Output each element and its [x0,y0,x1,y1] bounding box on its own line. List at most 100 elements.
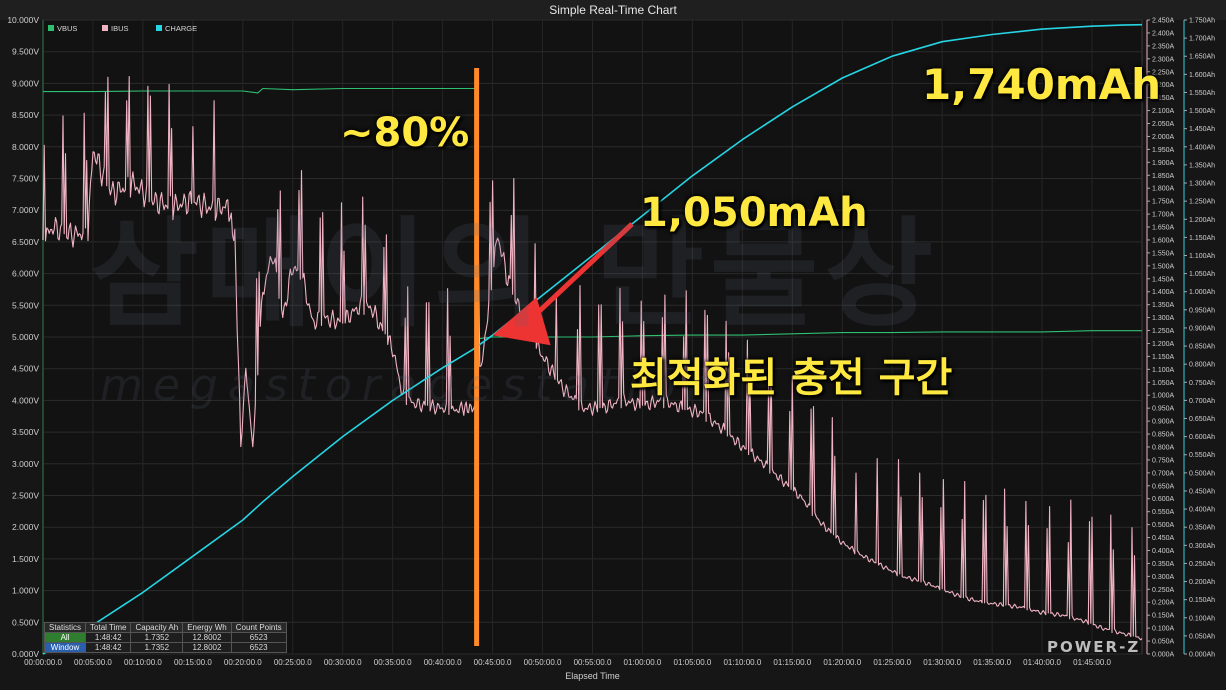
y-left-tick-label: 7.500V [12,174,39,184]
x-tick-label: 01:20:00.0 [823,658,861,667]
y-mid-tick-label: 1.350A [1152,302,1175,309]
y-mid-tick-label: 1.150A [1152,354,1175,361]
y-mid-tick-label: 0.750A [1152,457,1175,464]
y-mid-tick-label: 1.450A [1152,276,1175,283]
y-mid-tick-label: 1.700A [1152,212,1175,219]
x-tick-label: 01:15:00.0 [773,658,811,667]
y-mid-tick-label: 1.900A [1152,160,1175,167]
y-mid-tick-label: 1.400A [1152,289,1175,296]
y-right-tick-label: 1.150Ah [1189,235,1215,242]
stats-cell: 12.8002 [182,642,232,653]
y-right-tick-label: 1.100Ah [1189,253,1215,260]
stats-row-label: All [43,632,87,643]
legend-label-vbus: VBUS [57,24,77,33]
y-mid-tick-label: 0.000A [1152,652,1175,659]
stats-cell: 1.7352 [130,642,184,653]
y-right-tick-label: 1.600Ah [1189,72,1215,79]
y-mid-tick-label: 0.250A [1152,587,1175,594]
stats-header: Capacity Ah [130,622,184,633]
y-left-tick-label: 2.500V [12,491,39,501]
y-mid-tick-label: 2.400A [1152,30,1175,37]
y-right-tick-label: 0.750Ah [1189,380,1215,387]
y-right-tick-label: 1.000Ah [1189,289,1215,296]
chart-window: Simple Real-Time Chart 0.000V 0.500V 1.000V… [0,0,1226,690]
y-left-tick-label: 5.000V [12,332,39,342]
x-tick-label: 01:45:00.0 [1073,658,1111,667]
y-right-tick-label: 0.500Ah [1189,470,1215,477]
y-right-tick-label: 0.700Ah [1189,398,1215,405]
y-right-tick-label: 0.650Ah [1189,416,1215,423]
y-mid-tick-label: 0.500A [1152,522,1175,529]
y-right-tick-label: 0.000Ah [1189,652,1215,659]
y-mid-tick-label: 2.450A [1152,18,1175,25]
y-mid-tick-label: 1.950A [1152,147,1175,154]
x-tick-label: 00:50:00.0 [524,658,562,667]
y-left-tick-label: 3.000V [12,459,39,469]
y-left-tick-label: 9.000V [12,78,39,88]
x-tick-label: 01:05:00.0 [674,658,712,667]
legend-label-ibus: IBUS [111,24,129,33]
y-right-tick-label: 1.300Ah [1189,181,1215,188]
y-left-tick-label: 1.000V [12,586,39,596]
y-right-tick-label: 0.100Ah [1189,615,1215,622]
annotation-mid-charge: 1,050mAh [640,190,868,236]
y-mid-tick-label: 0.100A [1152,626,1175,633]
y-left-tick-label: 1.500V [12,554,39,564]
y-mid-tick-label: 1.850A [1152,173,1175,180]
brand-logo: POWER-Z [1047,638,1141,656]
y-right-tick-label: 1.400Ah [1189,144,1215,151]
y-right-tick-label: 1.250Ah [1189,199,1215,206]
y-mid-tick-label: 0.550A [1152,509,1175,516]
x-tick-label: 00:15:00.0 [174,658,212,667]
stats-cell: 12.8002 [182,632,232,643]
y-left-tick-label: 0.500V [12,617,39,627]
x-tick-label: 01:00:00.0 [624,658,662,667]
x-tick-label: 00:05:00.0 [74,658,112,667]
y-mid-tick-label: 0.850A [1152,432,1175,439]
legend-swatch-ibus [102,25,108,31]
y-left-tick-label: 3.500V [12,427,39,437]
y-right-tick-label: 1.450Ah [1189,126,1215,133]
chart-title: Simple Real-Time Chart [549,3,677,17]
y-mid-tick-label: 1.650A [1152,225,1175,232]
y-mid-tick-label: 0.050A [1152,639,1175,646]
x-tick-label: 00:35:00.0 [374,658,412,667]
y-right-tick-label: 0.350Ah [1189,525,1215,532]
stats-cell: 6523 [230,632,287,643]
stats-cell: 1:48:42 [85,632,132,643]
stats-row-window: Window 1:48:42 1.7352 12.8002 6523 [43,642,287,653]
y-mid-tick-label: 0.950A [1152,406,1175,413]
y-right-tick-label: 0.200Ah [1189,579,1215,586]
y-right-tick-label: 0.250Ah [1189,561,1215,568]
y-right-tick-label: 1.750Ah [1189,18,1215,25]
y-right-tick-label: 0.800Ah [1189,362,1215,369]
stats-cell: 1:48:42 [85,642,132,653]
y-mid-tick-label: 1.250A [1152,328,1175,335]
y-left-tick-label: 4.000V [12,395,39,405]
y-left-tick-label: 10.000V [7,15,39,25]
x-tick-label: 01:40:00.0 [1023,658,1061,667]
y-mid-tick-label: 0.700A [1152,470,1175,477]
x-tick-label: 00:55:00.0 [574,658,612,667]
y-right-tick-label: 1.350Ah [1189,162,1215,169]
stats-header: Statistics [43,622,87,633]
stats-header: Energy Wh [182,622,232,633]
stats-row-label: Window [43,642,87,653]
x-tick-label: 00:40:00.0 [424,658,462,667]
y-mid-tick-label: 1.750A [1152,199,1175,206]
y-right-tick-label: 0.450Ah [1189,488,1215,495]
y-mid-tick-label: 2.050A [1152,121,1175,128]
y-mid-tick-label: 1.300A [1152,315,1175,322]
stats-header-row: Statistics Total Time Capacity Ah Energy… [43,622,287,633]
annotation-percent: ~80% [340,110,470,156]
y-left-tick-label: 8.000V [12,142,39,152]
x-tick-label: 00:45:00.0 [474,658,512,667]
y-left-tick-label: 2.000V [12,522,39,532]
y-left-tick-label: 7.000V [12,205,39,215]
stats-cell: 1.7352 [130,632,184,643]
y-right-tick-label: 1.500Ah [1189,108,1215,115]
y-left-tick-label: 4.500V [12,364,39,374]
legend-swatch-vbus [48,25,54,31]
y-mid-tick-label: 1.600A [1152,237,1175,244]
x-tick-label: 01:30:00.0 [923,658,961,667]
